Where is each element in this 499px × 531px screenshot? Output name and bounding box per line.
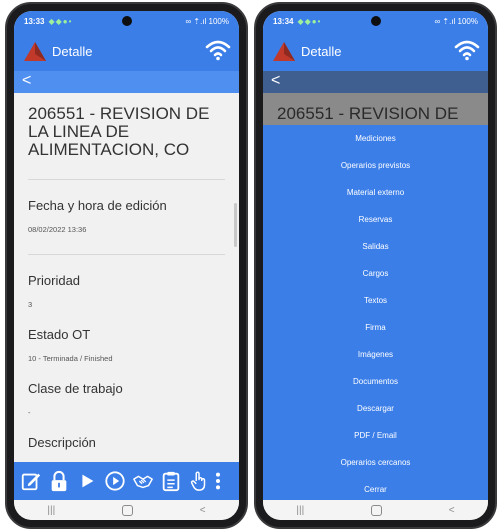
status-bar: 13:34 ◆◆●• ∞ ⇡.ıl 100% (263, 11, 488, 31)
menu-item-pdf-email[interactable]: PDF / Email (263, 422, 488, 449)
status-time: 13:34 (273, 16, 294, 26)
menu-item-material-externo[interactable]: Material externo (263, 179, 488, 206)
touch-button[interactable] (186, 467, 212, 495)
field-label-descripcion: Descripción (28, 435, 96, 450)
home-button[interactable] (370, 504, 382, 516)
action-toolbar (14, 462, 239, 500)
lock-button[interactable] (46, 467, 72, 495)
field-value-fecha: 08/02/2022 13:36 (28, 225, 87, 234)
menu-item-imagenes[interactable]: Imágenes (263, 341, 488, 368)
menu-item-textos[interactable]: Textos (263, 287, 488, 314)
start-button[interactable] (74, 467, 100, 495)
order-heading: 206551 - REVISION DE LA LINEA DE ALIMENT… (28, 104, 210, 159)
screen-menu-open: 13:34 ◆◆●• ∞ ⇡.ıl 100% Detalle < 206551 … (263, 11, 488, 520)
field-label-fecha: Fecha y hora de edición (28, 198, 167, 213)
recents-button[interactable]: ||| (47, 505, 55, 516)
phone-right: 13:34 ◆◆●• ∞ ⇡.ıl 100% Detalle < 206551 … (254, 2, 497, 529)
resume-button[interactable] (102, 467, 128, 495)
menu-item-salidas[interactable]: Salidas (263, 233, 488, 260)
field-label-estado: Estado OT (28, 327, 91, 342)
more-vertical-icon (215, 472, 221, 490)
back-button[interactable]: < (14, 71, 239, 93)
phone-left: 13:33 ◆◆●• ∞ ⇡.ıl 100% Detalle < 206551 … (5, 2, 248, 529)
menu-item-firma[interactable]: Firma (263, 314, 488, 341)
status-bar: 13:33 ◆◆●• ∞ ⇡.ıl 100% (14, 11, 239, 31)
menu-item-operarios-previstos[interactable]: Operarios previstos (263, 152, 488, 179)
status-time: 13:33 (24, 16, 45, 26)
menu-item-mediciones[interactable]: Mediciones (263, 125, 488, 152)
home-button[interactable] (121, 504, 133, 516)
edit-button[interactable] (18, 467, 44, 495)
menu-item-cerrar[interactable]: Cerrar (263, 476, 488, 503)
play-icon (82, 474, 94, 488)
system-back-button[interactable]: < (200, 505, 206, 516)
field-label-clase: Clase de trabajo (28, 381, 123, 396)
menu-item-documentos[interactable]: Documentos (263, 368, 488, 395)
field-value-clase: - (28, 408, 31, 417)
field-value-prioridad: 3 (28, 300, 33, 309)
wifi-icon[interactable] (205, 39, 231, 61)
menu-item-reservas[interactable]: Reservas (263, 206, 488, 233)
notification-icons: ◆◆●• (297, 16, 322, 26)
front-camera (370, 16, 381, 26)
play-circle-icon (105, 471, 125, 491)
screenshot-stage: 13:33 ◆◆●• ∞ ⇡.ıl 100% Detalle < 206551 … (0, 0, 499, 531)
menu-item-cargos[interactable]: Cargos (263, 260, 488, 287)
menu-item-operarios-cercanos[interactable]: Operarios cercanos (263, 449, 488, 476)
app-bar: Detalle (263, 31, 488, 71)
detail-content: 206551 - REVISION DE LA LINEA DE ALIMENT… (14, 93, 239, 462)
edit-icon (21, 473, 41, 491)
system-nav-bar: ||| < (263, 500, 488, 520)
options-menu: Mediciones Operarios previstos Material … (263, 125, 488, 500)
front-camera (121, 16, 132, 26)
app-logo-icon (273, 42, 295, 61)
status-indicators: ∞ ⇡.ıl 100% (434, 16, 478, 26)
clipboard-icon (162, 471, 180, 492)
hand-pointer-icon (190, 471, 206, 491)
handshake-icon (133, 475, 153, 489)
app-bar: Detalle (14, 31, 239, 71)
page-title: Detalle (301, 43, 342, 59)
system-nav-bar: ||| < (14, 500, 239, 520)
more-menu-button[interactable] (214, 467, 222, 495)
app-logo-icon (24, 42, 46, 61)
divider (28, 254, 225, 255)
recents-button[interactable]: ||| (296, 505, 304, 516)
back-button[interactable]: < (263, 71, 488, 93)
status-indicators: ∞ ⇡.ıl 100% (185, 16, 229, 26)
page-title: Detalle (52, 43, 93, 59)
checklist-button[interactable] (158, 467, 184, 495)
field-value-estado: 10 - Terminada / Finished (28, 354, 113, 363)
wifi-icon[interactable] (454, 39, 480, 61)
field-label-prioridad: Prioridad (28, 273, 81, 288)
menu-item-descargar[interactable]: Descargar (263, 395, 488, 422)
screen-detail: 13:33 ◆◆●• ∞ ⇡.ıl 100% Detalle < 206551 … (14, 11, 239, 520)
handshake-button[interactable] (130, 467, 156, 495)
lock-icon (51, 470, 67, 492)
scrollbar[interactable] (234, 203, 237, 247)
notification-icons: ◆◆●• (48, 16, 73, 26)
system-back-button[interactable]: < (449, 505, 455, 516)
divider (28, 179, 225, 180)
